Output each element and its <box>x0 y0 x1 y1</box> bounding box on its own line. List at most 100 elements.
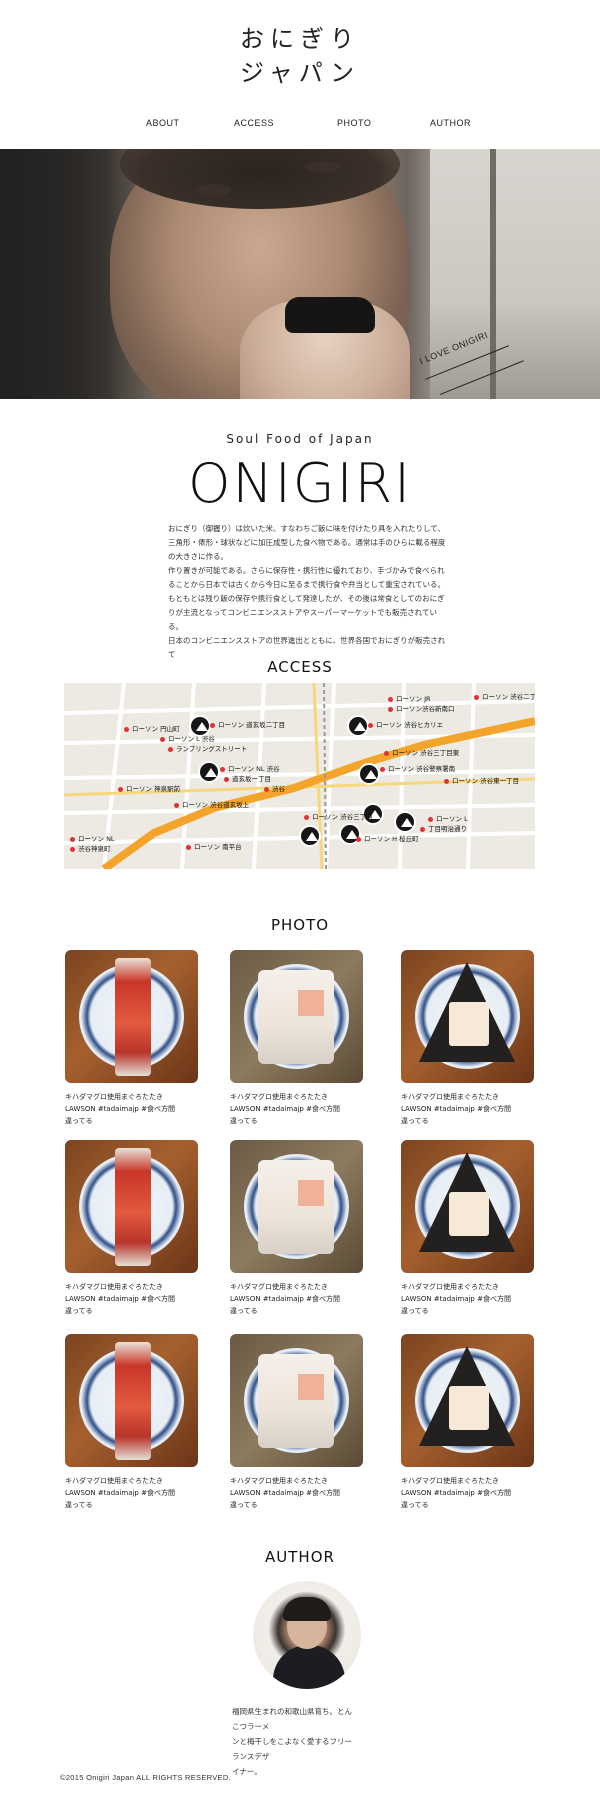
photo-card[interactable]: キハダマグロ使用まぐろたたき LAWSON #tadaimajp #食べ方間 違って… <box>401 950 534 1127</box>
onigiri-package <box>115 958 151 1076</box>
author-title: AUTHOR <box>265 1548 335 1566</box>
caption-line: キハダマグロ使用まぐろたたき <box>401 1093 499 1101</box>
photo-caption: キハダマグロ使用まぐろたたき LAWSON #tadaimajp #食べ方間 違って… <box>230 1281 363 1317</box>
caption-line: キハダマグロ使用まぐろたたき <box>230 1093 328 1101</box>
package-label <box>449 1192 489 1236</box>
map-pin-icon[interactable] <box>198 761 220 783</box>
photo-card[interactable]: キハダマグロ使用まぐろたたき LAWSON #tadaimajp #食べ方間 違って… <box>65 1140 198 1317</box>
package-label <box>298 1374 324 1400</box>
onigiri-package <box>258 970 334 1064</box>
map-pin-icon[interactable] <box>394 811 416 833</box>
hero-window <box>430 149 600 399</box>
caption-line: キハダマグロ使用まぐろたたき <box>230 1477 328 1485</box>
caption-line: 違ってる <box>230 1117 258 1125</box>
avatar-hair <box>283 1597 331 1621</box>
caption-line: LAWSON #tadaimajp #食べ方間 <box>401 1489 511 1497</box>
caption-line: LAWSON #tadaimajp #食べ方間 <box>401 1295 511 1303</box>
nav-author[interactable]: AUTHOR <box>430 118 471 128</box>
photo-thumbnail[interactable] <box>65 1140 198 1273</box>
caption-line: LAWSON #tadaimajp #食べ方間 <box>230 1295 340 1303</box>
intro-subtitle: Soul Food of Japan <box>226 432 374 446</box>
photo-thumbnail[interactable] <box>401 1140 534 1273</box>
photo-thumbnail[interactable] <box>230 950 363 1083</box>
map-pin-icon[interactable] <box>347 715 369 737</box>
author-bio-line: 福岡県生まれの和歌山県育ち。とんこつラーメ <box>232 1707 352 1731</box>
caption-line: LAWSON #tadaimajp #食べ方間 <box>230 1105 340 1113</box>
access-map[interactable]: ローソン 渋谷二丁目 ローソン JR ローソン渋谷新南口 ローソン 円山町 ロー… <box>64 683 535 869</box>
photo-caption: キハダマグロ使用まぐろたたき LAWSON #tadaimajp #食べ方間 違って… <box>65 1091 198 1127</box>
nav-photo[interactable]: PHOTO <box>337 118 371 128</box>
photo-thumbnail[interactable] <box>65 1334 198 1467</box>
map-label: ローソン 南平台 <box>186 841 242 851</box>
caption-line: 違ってる <box>401 1501 429 1509</box>
caption-line: キハダマグロ使用まぐろたたき <box>65 1093 163 1101</box>
hero-eye-left <box>195 184 231 196</box>
hero-window-frame <box>490 149 496 399</box>
map-pin-icon[interactable] <box>299 825 321 847</box>
map-label: 丁目明治通り <box>420 823 467 833</box>
caption-line: キハダマグロ使用まぐろたたき <box>230 1283 328 1291</box>
map-label: ローソン 円山町 <box>124 723 180 733</box>
map-label: ローソン渋谷新南口 <box>388 703 455 713</box>
map-label: ローソン 道玄坂二丁目 <box>210 719 285 729</box>
photo-caption: キハダマグロ使用まぐろたたき LAWSON #tadaimajp #食べ方間 違って… <box>401 1475 534 1511</box>
map-pin-icon[interactable] <box>358 763 380 785</box>
photo-thumbnail[interactable] <box>401 1334 534 1467</box>
hero-shadow <box>0 149 120 399</box>
photo-thumbnail[interactable] <box>401 950 534 1083</box>
map-label: ローソン NL 渋谷 <box>220 763 280 773</box>
map-label: ローソン 渋谷三丁目 <box>304 811 373 821</box>
caption-line: LAWSON #tadaimajp #食べ方間 <box>65 1489 175 1497</box>
photo-card[interactable]: キハダマグロ使用まぐろたたき LAWSON #tadaimajp #食べ方間 違って… <box>65 1334 198 1511</box>
map-label: ローソン 渋谷二丁目 <box>474 691 535 701</box>
onigiri-package <box>115 1148 151 1266</box>
caption-line: LAWSON #tadaimajp #食べ方間 <box>65 1295 175 1303</box>
photo-card[interactable]: キハダマグロ使用まぐろたたき LAWSON #tadaimajp #食べ方間 違って… <box>65 950 198 1127</box>
map-label: 渋谷神泉町 <box>70 843 111 853</box>
logo-line-1: おにぎり <box>240 25 360 53</box>
caption-line: 違ってる <box>65 1307 93 1315</box>
photo-title: PHOTO <box>270 916 330 934</box>
photo-thumbnail[interactable] <box>65 950 198 1083</box>
footer-copyright: ©2015 Onigiri Japan ALL RIGHTS RESERVED. <box>60 1773 231 1782</box>
intro-title: ONIGIRI <box>187 452 413 515</box>
photo-caption: キハダマグロ使用まぐろたたき LAWSON #tadaimajp #食べ方間 違って… <box>65 1475 198 1511</box>
map-label: ローソン L 渋谷 <box>160 733 215 743</box>
caption-line: LAWSON #tadaimajp #食べ方間 <box>230 1489 340 1497</box>
caption-line: 違ってる <box>401 1307 429 1315</box>
caption-line: 違ってる <box>230 1501 258 1509</box>
photo-caption: キハダマグロ使用まぐろたたき LAWSON #tadaimajp #食べ方間 違って… <box>401 1281 534 1317</box>
photo-card[interactable]: キハダマグロ使用まぐろたたき LAWSON #tadaimajp #食べ方間 違って… <box>230 1334 363 1511</box>
onigiri-package <box>258 1354 334 1448</box>
caption-line: キハダマグロ使用まぐろたたき <box>401 1477 499 1485</box>
caption-line: キハダマグロ使用まぐろたたき <box>65 1283 163 1291</box>
map-label: ローソン NL <box>70 833 115 843</box>
onigiri-package <box>258 1160 334 1254</box>
author-bio: 福岡県生まれの和歌山県育ち。とんこつラーメ ンと梅干しをこよなく愛するフリーラン… <box>232 1704 357 1779</box>
photo-card[interactable]: キハダマグロ使用まぐろたたき LAWSON #tadaimajp #食べ方間 違って… <box>230 1140 363 1317</box>
map-label: ローソン 神泉駅前 <box>118 783 180 793</box>
nav-about[interactable]: ABOUT <box>146 118 180 128</box>
caption-line: キハダマグロ使用まぐろたたき <box>65 1477 163 1485</box>
photo-thumbnail[interactable] <box>230 1334 363 1467</box>
map-label: ローソン H 桜丘町 <box>356 833 419 843</box>
photo-card[interactable]: キハダマグロ使用まぐろたたき LAWSON #tadaimajp #食べ方間 違って… <box>230 950 363 1127</box>
photo-thumbnail[interactable] <box>230 1140 363 1273</box>
access-title: ACCESS <box>267 658 333 676</box>
map-label: ローソン JR <box>388 693 431 703</box>
photo-card[interactable]: キハダマグロ使用まぐろたたき LAWSON #tadaimajp #食べ方間 違って… <box>401 1140 534 1317</box>
photo-caption: キハダマグロ使用まぐろたたき LAWSON #tadaimajp #食べ方間 違って… <box>65 1281 198 1317</box>
photo-caption: キハダマグロ使用まぐろたたき LAWSON #tadaimajp #食べ方間 違って… <box>401 1091 534 1127</box>
logo-line-2: ジャパン <box>240 59 360 87</box>
package-label <box>449 1386 489 1430</box>
map-label: 渋谷 <box>264 783 285 793</box>
caption-line: 違ってる <box>65 1501 93 1509</box>
nav-access[interactable]: ACCESS <box>234 118 274 128</box>
caption-line: LAWSON #tadaimajp #食べ方間 <box>65 1105 175 1113</box>
photo-card[interactable]: キハダマグロ使用まぐろたたき LAWSON #tadaimajp #食べ方間 違って… <box>401 1334 534 1511</box>
main-nav: ABOUT ACCESS PHOTO AUTHOR <box>0 118 600 138</box>
map-label: ローソン 渋谷警察署南 <box>380 763 455 773</box>
caption-line: LAWSON #tadaimajp #食べ方間 <box>401 1105 511 1113</box>
hero-onigiri <box>285 297 375 333</box>
site-logo[interactable]: おにぎり ジャパン <box>0 22 600 90</box>
